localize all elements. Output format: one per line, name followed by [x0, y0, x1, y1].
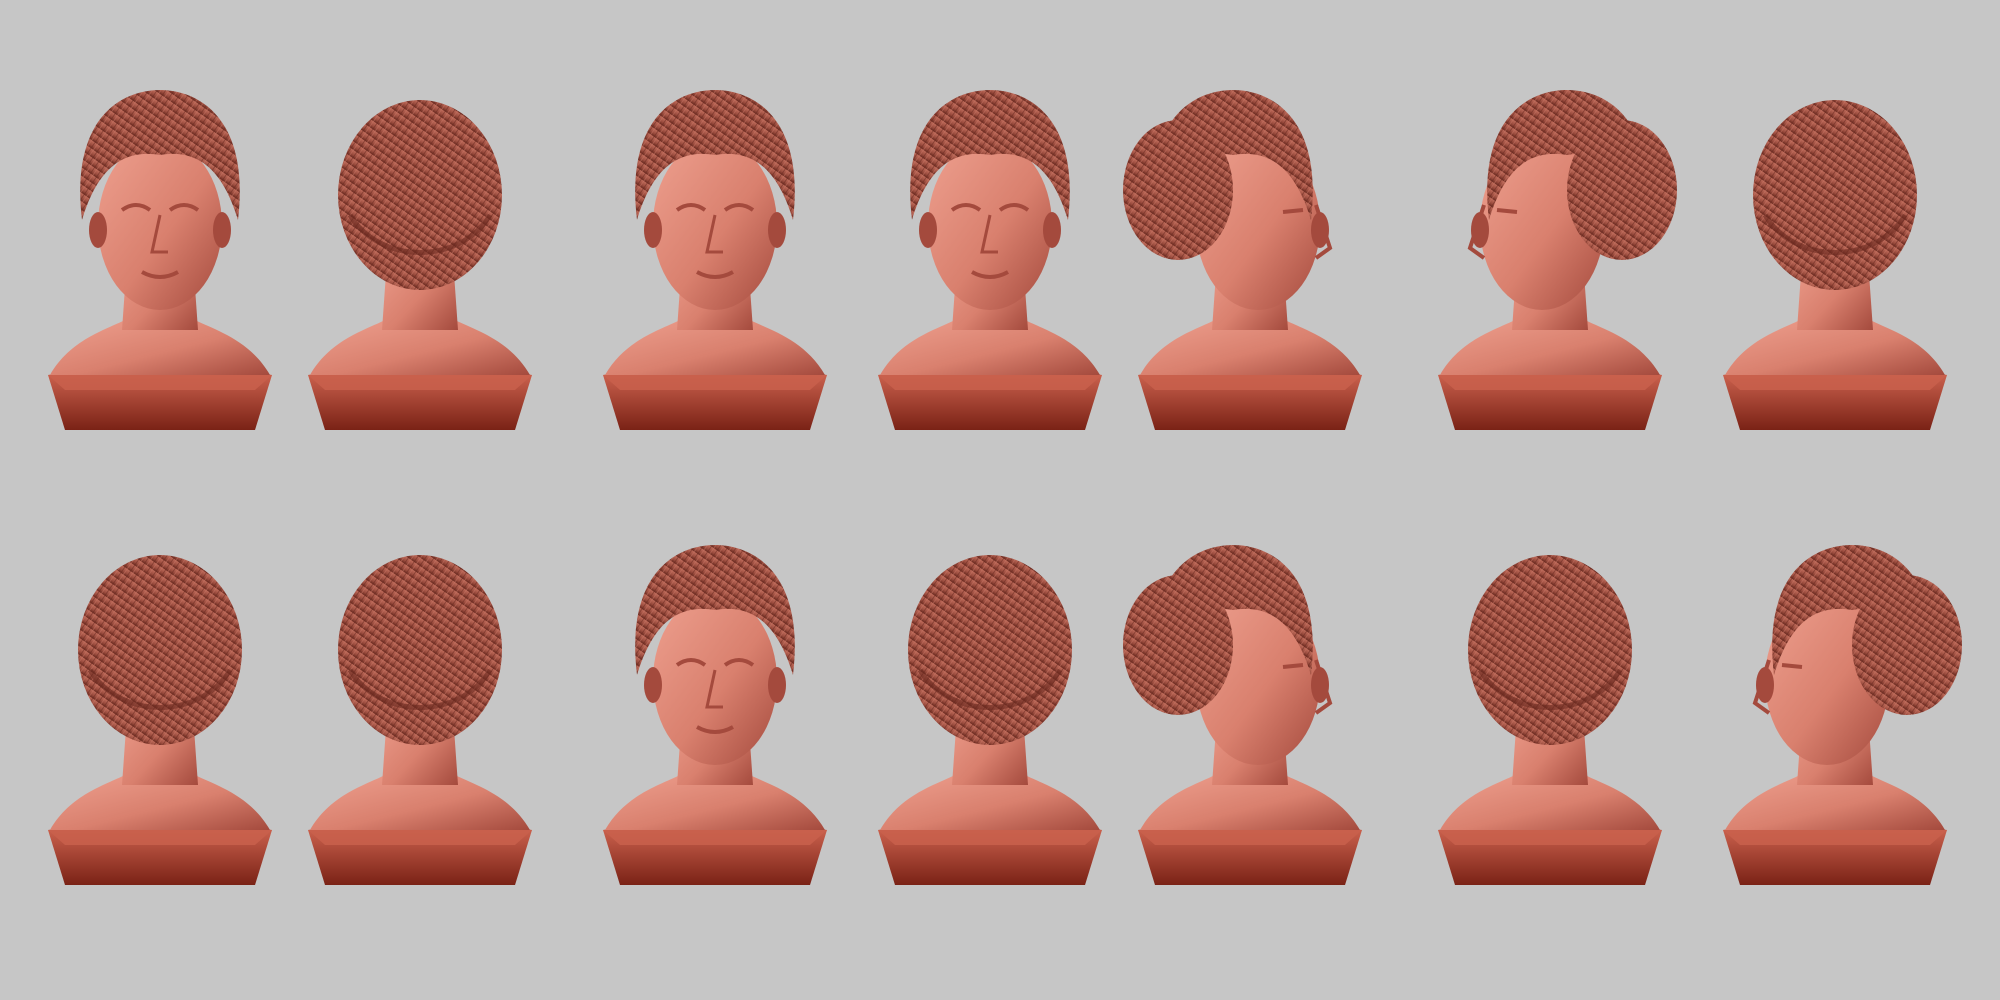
bust-hair — [338, 100, 502, 290]
bust-ear — [213, 212, 231, 248]
bust-hair-bun — [1123, 575, 1233, 715]
bust-hair — [908, 555, 1072, 745]
bust-eye — [1496, 208, 1518, 214]
bust-hair — [1753, 100, 1917, 290]
bust-face — [653, 595, 777, 765]
bust-ear — [919, 212, 937, 248]
bust-ear — [644, 212, 662, 248]
bust-eye — [1781, 663, 1803, 669]
bust-face — [928, 140, 1052, 310]
bust-eye — [1282, 663, 1304, 669]
bust-face — [98, 140, 222, 310]
bust-hair — [1468, 555, 1632, 745]
bust-face — [653, 140, 777, 310]
bust-hair-bun — [1852, 575, 1962, 715]
bust-ear — [644, 667, 662, 703]
bust-eye — [1282, 208, 1304, 214]
bust-hair — [338, 555, 502, 745]
bust-hair-bun — [1123, 120, 1233, 260]
sculpt-render-sheet — [0, 0, 2000, 1000]
bust-ear — [768, 667, 786, 703]
bust-ear — [768, 212, 786, 248]
bust-ear — [89, 212, 107, 248]
bust-hair — [78, 555, 242, 745]
bust-ear — [1043, 212, 1061, 248]
bust-hair-bun — [1567, 120, 1677, 260]
